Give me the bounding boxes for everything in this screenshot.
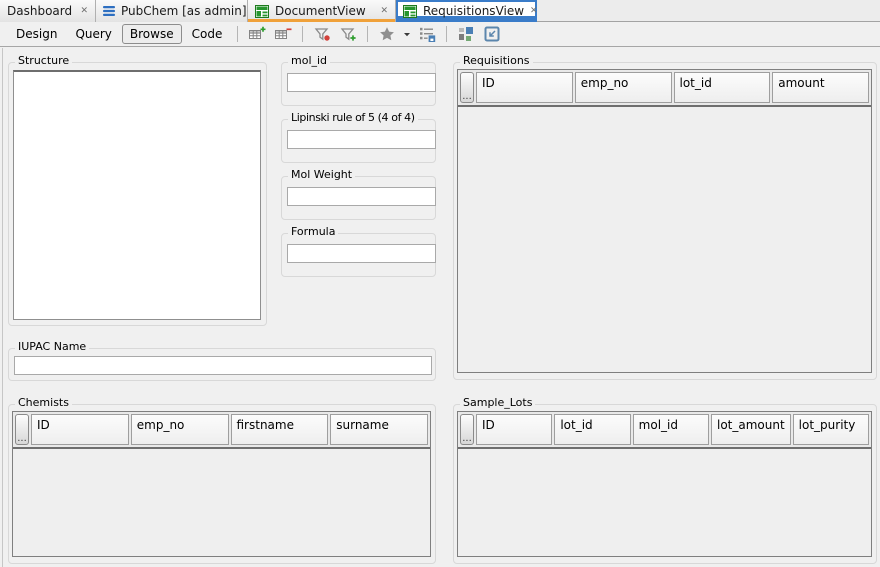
open-in-window-button[interactable] <box>480 24 504 45</box>
tab-label: DocumentView <box>275 4 366 18</box>
value-editor-button[interactable] <box>415 24 439 45</box>
lipinski-input[interactable] <box>287 130 436 149</box>
lipinski-label: Lipinski rule of 5 (4 of 4) <box>288 111 418 124</box>
requisitions-view-window: Dashboard ✕ PubChem [as admin] ✕ <box>0 0 880 567</box>
form-view-icon <box>403 5 417 18</box>
form-canvas: Structure mol_id Lipinski rule of 5 (4 o… <box>0 48 880 567</box>
row-selector-button[interactable]: ... <box>15 414 29 445</box>
mol-weight-label: Mol Weight <box>288 168 355 181</box>
chemists-group: Chemists ... ID emp_no firstname surname <box>8 404 436 564</box>
chemists-title: Chemists <box>15 396 72 409</box>
sample-lots-table: ... ID lot_id mol_id lot_amount lot_puri… <box>457 411 872 557</box>
requisitions-header-row: ... ID emp_no lot_id amount <box>458 70 871 107</box>
column-header-id[interactable]: ID <box>31 414 129 445</box>
requisitions-table-body[interactable] <box>458 107 871 372</box>
iupac-group: IUPAC Name <box>8 348 436 381</box>
favorites-button[interactable] <box>375 24 399 45</box>
column-header-emp-no[interactable]: emp_no <box>575 72 672 103</box>
layout-button[interactable] <box>454 24 478 45</box>
structure-group-label: Structure <box>15 54 72 67</box>
ellipsis-label: ... <box>462 435 472 443</box>
toolbar-separator <box>237 26 238 42</box>
requisitions-title: Requisitions <box>460 54 533 67</box>
sample-lots-title: Sample_Lots <box>460 396 535 409</box>
row-selector-button[interactable]: ... <box>460 414 474 445</box>
sample-lots-group: Sample_Lots ... ID lot_id mol_id lot_amo… <box>453 404 877 564</box>
tab-label: Dashboard <box>7 4 72 18</box>
toolbar-separator <box>446 26 447 42</box>
filter-add-icon <box>339 25 358 43</box>
close-icon[interactable]: ✕ <box>380 7 388 16</box>
list-blue-icon <box>103 6 115 16</box>
add-record-button[interactable] <box>245 24 269 45</box>
column-header-firstname[interactable]: firstname <box>231 414 329 445</box>
filter-dot-icon <box>313 25 332 43</box>
sample-lots-header-row: ... ID lot_id mol_id lot_amount lot_puri… <box>458 412 871 449</box>
open-in-window-icon <box>483 25 501 43</box>
browse-mode-button[interactable]: Browse <box>122 24 182 44</box>
requisitions-group: Requisitions ... ID emp_no lot_id amount <box>453 62 877 380</box>
mol-weight-group: Mol Weight <box>281 176 436 220</box>
panel-edge <box>2 48 3 567</box>
design-mode-button[interactable]: Design <box>8 24 65 44</box>
column-header-emp-no[interactable]: emp_no <box>131 414 229 445</box>
table-remove-icon <box>274 25 293 43</box>
form-view-icon <box>255 5 269 18</box>
sample-lots-table-body[interactable] <box>458 449 871 556</box>
layout-grid-icon <box>457 25 475 43</box>
star-icon <box>378 25 396 43</box>
toolbar-separator <box>302 26 303 42</box>
structure-group: Structure <box>8 62 267 326</box>
tab-requisitionsview[interactable]: RequisitionsView ✕ <box>396 0 537 22</box>
ellipsis-label: ... <box>17 435 27 443</box>
tab-documentview[interactable]: DocumentView ✕ <box>248 0 396 22</box>
toolbar-separator <box>367 26 368 42</box>
favorites-dropdown-button[interactable] <box>401 24 413 45</box>
ellipsis-label: ... <box>462 93 472 101</box>
column-header-amount[interactable]: amount <box>772 72 869 103</box>
chemists-header-row: ... ID emp_no firstname surname <box>13 412 430 449</box>
code-mode-button[interactable]: Code <box>184 24 231 44</box>
close-icon[interactable]: ✕ <box>530 7 538 16</box>
tab-dashboard[interactable]: Dashboard ✕ <box>0 0 96 22</box>
formula-input[interactable] <box>287 244 436 263</box>
mol-id-label: mol_id <box>288 54 330 67</box>
formula-group: Formula <box>281 233 436 277</box>
mol-weight-input[interactable] <box>287 187 436 206</box>
column-header-lot-id[interactable]: lot_id <box>554 414 630 445</box>
formula-label: Formula <box>288 225 338 238</box>
column-header-lot-amount[interactable]: lot_amount <box>711 414 791 445</box>
tab-pubchem[interactable]: PubChem [as admin] ✕ <box>96 0 248 22</box>
close-icon[interactable]: ✕ <box>80 7 88 16</box>
column-header-surname[interactable]: surname <box>330 414 428 445</box>
list-save-icon <box>418 25 436 43</box>
iupac-label: IUPAC Name <box>15 340 89 353</box>
column-header-id[interactable]: ID <box>476 414 552 445</box>
query-mode-button[interactable]: Query <box>67 24 119 44</box>
lipinski-group: Lipinski rule of 5 (4 of 4) <box>281 119 436 163</box>
tab-label: PubChem [as admin] <box>121 4 247 18</box>
editor-tab-bar: Dashboard ✕ PubChem [as admin] ✕ <box>0 0 880 22</box>
structure-canvas[interactable] <box>13 70 261 320</box>
chemists-table-body[interactable] <box>13 449 430 556</box>
row-selector-button[interactable]: ... <box>460 72 474 103</box>
table-add-icon <box>248 25 267 43</box>
delete-record-button[interactable] <box>271 24 295 45</box>
view-toolbar: Design Query Browse Code <box>0 22 880 47</box>
column-header-lot-id[interactable]: lot_id <box>674 72 771 103</box>
mol-id-group: mol_id <box>281 62 436 106</box>
requisitions-table: ... ID emp_no lot_id amount <box>457 69 872 373</box>
filter-records-button[interactable] <box>310 24 334 45</box>
column-header-mol-id[interactable]: mol_id <box>633 414 709 445</box>
iupac-input[interactable] <box>14 356 432 375</box>
tab-label: RequisitionsView <box>423 4 524 18</box>
add-filter-button[interactable] <box>336 24 360 45</box>
column-header-lot-purity[interactable]: lot_purity <box>793 414 869 445</box>
chemists-table: ... ID emp_no firstname surname <box>12 411 431 557</box>
column-header-id[interactable]: ID <box>476 72 573 103</box>
mol-id-input[interactable] <box>287 73 436 92</box>
dropdown-arrow-icon <box>403 30 411 38</box>
